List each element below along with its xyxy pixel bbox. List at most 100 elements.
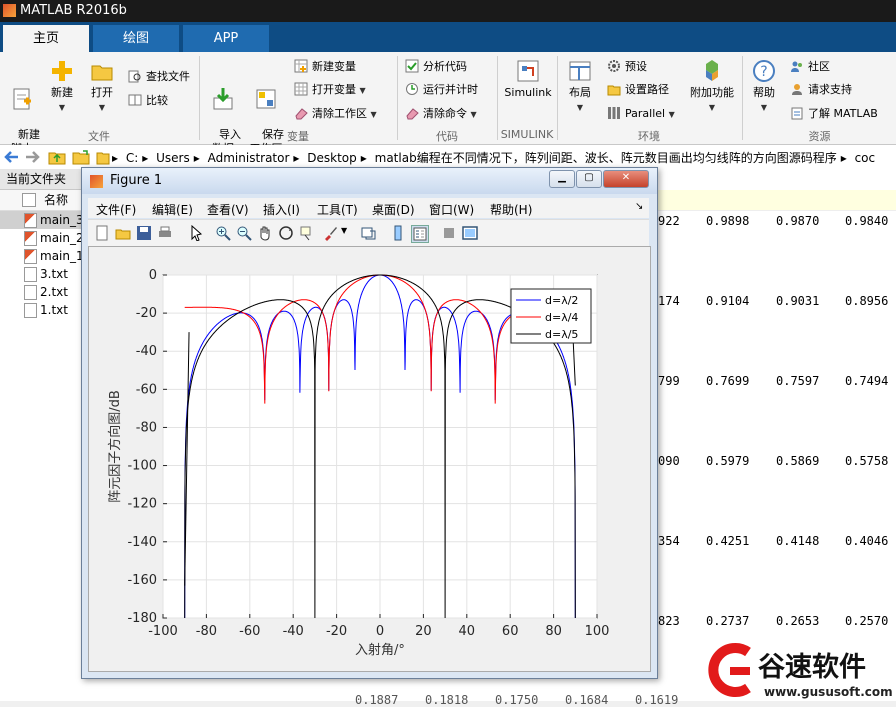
matlab-file-icon	[24, 213, 37, 228]
y-tick-label: 0	[149, 268, 157, 283]
print-icon[interactable]	[157, 225, 173, 241]
menu-window[interactable]: 窗口(W)	[429, 201, 474, 218]
pan-hand-icon[interactable]	[257, 225, 273, 241]
run-and-time-button[interactable]: 运行并计时	[405, 81, 478, 99]
breadcrumb-item[interactable]: matlab编程在不同情况下，阵列间距、波长、阵元数目画出均匀线阵的方向图源码程…	[375, 151, 837, 165]
find-files-button[interactable]: 查找文件	[128, 68, 190, 86]
simulink-button[interactable]: Simulink	[502, 58, 554, 100]
back-arrow-icon[interactable]	[4, 150, 20, 164]
community-label: 社区	[808, 60, 830, 73]
file-name: 3.txt	[40, 267, 68, 281]
breadcrumb[interactable]: ▸ C: ▸ Users ▸ Administrator ▸ Desktop ▸ mat…	[112, 149, 879, 166]
output-value: 0.9870	[776, 214, 820, 228]
open-file-icon[interactable]	[115, 225, 131, 241]
new-button[interactable]: 新建 ▼	[46, 58, 78, 115]
save-icon[interactable]	[136, 225, 152, 241]
forward-arrow-icon[interactable]	[24, 150, 40, 164]
output-value: 0.8956	[845, 294, 889, 308]
chevron-down-icon: ▼	[470, 110, 477, 119]
set-path-label: 设置路径	[625, 83, 669, 96]
data-cursor-icon[interactable]	[299, 225, 315, 241]
learn-matlab-label: 了解 MATLAB	[808, 107, 878, 120]
output-value: 0.4251	[706, 534, 750, 548]
hide-plot-tools-icon[interactable]	[441, 225, 457, 241]
text-file-icon	[24, 303, 37, 318]
y-axis-ticks: 0 -20 -40 -60 -80 -100 -120 -140 -160 -180	[127, 268, 167, 626]
link-plot-icon[interactable]	[361, 225, 377, 241]
open-variable-button[interactable]: 打开变量 ▼	[294, 81, 366, 99]
help-icon: ?	[753, 60, 775, 82]
figure-title-bar[interactable]: Figure 1 ▁ ▢ ✕	[82, 168, 657, 194]
zoom-in-icon[interactable]	[215, 225, 231, 241]
chevron-down-icon[interactable]: ▼	[341, 226, 347, 235]
open-button[interactable]: 打开 ▼	[86, 58, 118, 115]
eraser-icon	[295, 108, 308, 120]
new-variable-button[interactable]: 新建变量	[294, 58, 356, 76]
chevron-down-icon: ▼	[576, 103, 584, 112]
breadcrumb-item[interactable]: coc	[855, 151, 876, 165]
chevron-down-icon: ▼	[708, 103, 716, 112]
y-axis-label: 阵元因子方向图/dB	[107, 390, 123, 503]
svg-text:?: ?	[760, 64, 767, 80]
zoom-out-icon[interactable]	[236, 225, 252, 241]
new-figure-icon[interactable]	[94, 225, 110, 241]
browse-folder-icon[interactable]	[72, 149, 90, 165]
code-group-label: 代码	[436, 130, 458, 143]
compare-button[interactable]: 比较	[128, 92, 168, 110]
menu-edit[interactable]: 编辑(E)	[152, 201, 193, 218]
dock-arrow-icon[interactable]: ↘	[635, 201, 643, 212]
rotate-3d-icon[interactable]	[278, 225, 294, 241]
breadcrumb-item[interactable]: Administrator	[208, 151, 290, 165]
tab-plots[interactable]: 绘图	[93, 25, 179, 52]
analyze-code-button[interactable]: 分析代码	[405, 58, 467, 76]
up-folder-icon[interactable]	[48, 149, 66, 165]
text-file-icon	[24, 285, 37, 300]
output-value: 0.5869	[776, 454, 820, 468]
set-path-button[interactable]: 设置路径	[607, 81, 669, 99]
layout-button[interactable]: 布局 ▼	[564, 58, 596, 115]
tab-home[interactable]: 主页	[3, 25, 89, 52]
output-value: 0.1887	[355, 693, 399, 707]
output-value: 0.2737	[706, 614, 750, 628]
tab-apps[interactable]: APP	[183, 25, 269, 52]
learn-matlab-button[interactable]: 了解 MATLAB	[790, 105, 878, 123]
output-value: 0.7699	[706, 374, 750, 388]
brush-icon[interactable]	[323, 225, 339, 241]
ribbon-tab-strip: 主页 绘图 APP	[0, 22, 896, 52]
menu-file[interactable]: 文件(F)	[96, 201, 136, 218]
breadcrumb-item[interactable]: Desktop	[307, 151, 357, 165]
compare-label: 比较	[146, 94, 168, 107]
clear-commands-button[interactable]: 清除命令 ▼	[405, 105, 477, 123]
clear-commands-label: 清除命令	[423, 107, 467, 120]
layout-icon	[569, 61, 591, 81]
help-button[interactable]: ? 帮助 ▼	[748, 58, 780, 115]
breadcrumb-separator: ▸	[193, 151, 200, 165]
parallel-button[interactable]: Parallel ▼	[607, 105, 675, 123]
matlab-logo-icon	[3, 4, 16, 17]
maximize-button[interactable]: ▢	[576, 170, 602, 188]
watermark: 谷速软件 www.gususoft.com	[700, 642, 896, 701]
menu-desktop[interactable]: 桌面(D)	[372, 201, 415, 218]
legend-icon[interactable]	[411, 225, 429, 243]
breadcrumb-item[interactable]: C:	[126, 151, 138, 165]
breadcrumb-item[interactable]: Users	[156, 151, 190, 165]
output-value: 799	[658, 374, 680, 388]
add-ons-button[interactable]: 附加功能 ▼	[686, 58, 738, 115]
pointer-icon[interactable]	[188, 225, 204, 241]
menu-tools[interactable]: 工具(T)	[317, 201, 358, 218]
menu-insert[interactable]: 插入(I)	[263, 201, 300, 218]
colorbar-icon[interactable]	[390, 225, 406, 241]
figure-window[interactable]: Figure 1 ▁ ▢ ✕ 文件(F) 编辑(E) 查看(V) 插入(I) 工…	[81, 167, 658, 679]
x-tick-label: 20	[415, 624, 432, 639]
close-button[interactable]: ✕	[603, 170, 649, 188]
output-value: 174	[658, 294, 680, 308]
minimize-button[interactable]: ▁	[549, 170, 575, 188]
request-support-button[interactable]: 请求支持	[790, 81, 852, 99]
watermark-name: 谷速软件	[758, 652, 866, 683]
show-plot-tools-icon[interactable]	[462, 225, 478, 241]
menu-help[interactable]: 帮助(H)	[490, 201, 532, 218]
clear-workspace-button[interactable]: 清除工作区 ▼	[294, 105, 377, 123]
menu-view[interactable]: 查看(V)	[207, 201, 249, 218]
community-button[interactable]: 社区	[790, 58, 830, 76]
preferences-button[interactable]: 预设	[607, 58, 647, 76]
